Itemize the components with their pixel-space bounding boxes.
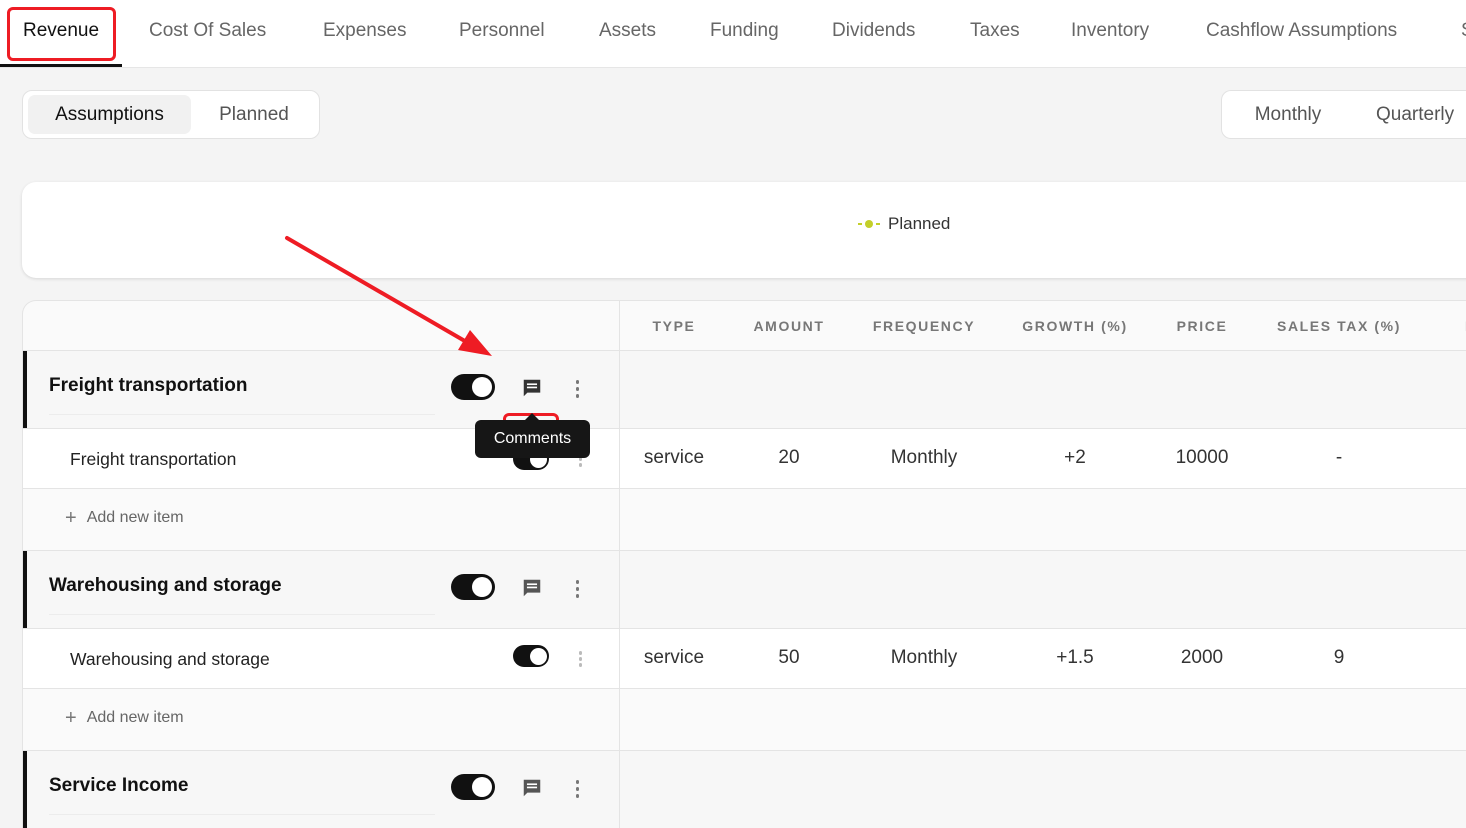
tooltip-label: Comments <box>493 430 572 447</box>
legend-planned-label: Planned <box>888 214 951 233</box>
item-name: Warehousing and storage <box>70 649 270 669</box>
col-price: PRICE <box>1176 318 1228 334</box>
comment-icon[interactable] <box>521 577 543 599</box>
cell-sales-tax: - <box>1335 447 1343 468</box>
cell-type: service <box>643 447 705 468</box>
group-name: Service Income <box>49 775 189 796</box>
cell-growth: +1.5 <box>1056 647 1094 668</box>
item-more-icon[interactable] <box>577 651 583 671</box>
tab-assets[interactable]: Assets <box>599 20 656 42</box>
group-row: Warehousing and storage <box>23 551 1466 629</box>
revenue-tab-highlight <box>7 7 116 61</box>
cell-sales-tax: 9 <box>1333 647 1345 668</box>
group-more-icon[interactable] <box>574 380 580 400</box>
item-toggle[interactable] <box>513 645 549 667</box>
comment-icon[interactable] <box>521 377 543 399</box>
tab-inventory[interactable]: Inventory <box>1071 20 1149 42</box>
cell-frequency: Monthly <box>890 647 958 668</box>
comment-icon[interactable] <box>521 777 543 799</box>
period-toggle: Monthly Quarterly <box>1221 90 1466 139</box>
group-toggle[interactable] <box>451 374 495 400</box>
col-amount: AMOUNT <box>753 318 825 334</box>
revenue-table: TYPE AMOUNT FREQUENCY GROWTH (%) PRICE S… <box>22 300 1466 828</box>
quarterly-option[interactable]: Quarterly <box>1352 95 1466 134</box>
view-toggle: Assumptions Planned <box>22 90 320 139</box>
group-toggle[interactable] <box>451 774 495 800</box>
col-growth: GROWTH (%) <box>1022 318 1128 334</box>
cell-amount: 50 <box>778 647 800 668</box>
group-name: Freight transportation <box>49 375 248 396</box>
comments-tooltip: Comments <box>475 413 590 458</box>
top-tab-bar: Revenue Cost Of Sales Expenses Personnel… <box>0 0 1466 68</box>
tab-dividends[interactable]: Dividends <box>832 20 915 42</box>
table-row[interactable]: Warehousing and storage service 50 Month… <box>23 629 1466 689</box>
cell-amount: 20 <box>778 447 800 468</box>
column-divider <box>619 301 620 828</box>
chart-card: Planned <box>22 182 1466 278</box>
tab-cost-of-sales[interactable]: Cost Of Sales <box>149 20 266 42</box>
col-type: TYPE <box>652 318 696 334</box>
plus-icon: + <box>65 707 77 729</box>
col-frequency: FREQUENCY <box>872 318 976 334</box>
group-row: Service Income <box>23 751 1466 828</box>
col-sales-tax: SALES TAX (%) <box>1277 318 1401 334</box>
add-item-row: + Add new item <box>23 689 1466 751</box>
chart-legend[interactable]: Planned <box>858 214 950 234</box>
group-more-icon[interactable] <box>574 780 580 800</box>
add-new-item-button[interactable]: + Add new item <box>65 507 184 529</box>
tab-taxes[interactable]: Taxes <box>970 20 1020 42</box>
group-toggle[interactable] <box>451 574 495 600</box>
plus-icon: + <box>65 507 77 529</box>
add-new-item-label: Add new item <box>86 509 184 526</box>
tab-cashflow-assumptions[interactable]: Cashflow Assumptions <box>1206 20 1397 42</box>
cell-price: 10000 <box>1175 447 1229 468</box>
monthly-option[interactable]: Monthly <box>1226 95 1350 134</box>
tab-expenses[interactable]: Expenses <box>323 20 406 42</box>
planned-option[interactable]: Planned <box>193 95 315 134</box>
add-new-item-label: Add new item <box>86 709 184 726</box>
group-row: Freight transportation <box>23 351 1466 457</box>
cell-frequency: Monthly <box>890 447 958 468</box>
item-name: Freight transportation <box>70 449 237 469</box>
assumptions-option[interactable]: Assumptions <box>28 95 191 134</box>
table-header: TYPE AMOUNT FREQUENCY GROWTH (%) PRICE S… <box>23 301 1466 351</box>
add-item-row: + Add new item <box>23 489 1466 551</box>
cell-type: service <box>643 647 705 668</box>
tab-overflow[interactable]: S <box>1461 20 1466 42</box>
group-name: Warehousing and storage <box>49 575 282 596</box>
add-new-item-button[interactable]: + Add new item <box>65 707 184 729</box>
legend-planned-marker <box>858 219 880 229</box>
cell-growth: +2 <box>1064 447 1086 468</box>
cell-price: 2000 <box>1180 647 1224 668</box>
active-tab-underline <box>0 64 122 67</box>
table-row[interactable]: Freight transportation service 20 Monthl… <box>23 429 1466 489</box>
tab-personnel[interactable]: Personnel <box>459 20 545 42</box>
group-more-icon[interactable] <box>574 580 580 600</box>
tab-funding[interactable]: Funding <box>710 20 779 42</box>
